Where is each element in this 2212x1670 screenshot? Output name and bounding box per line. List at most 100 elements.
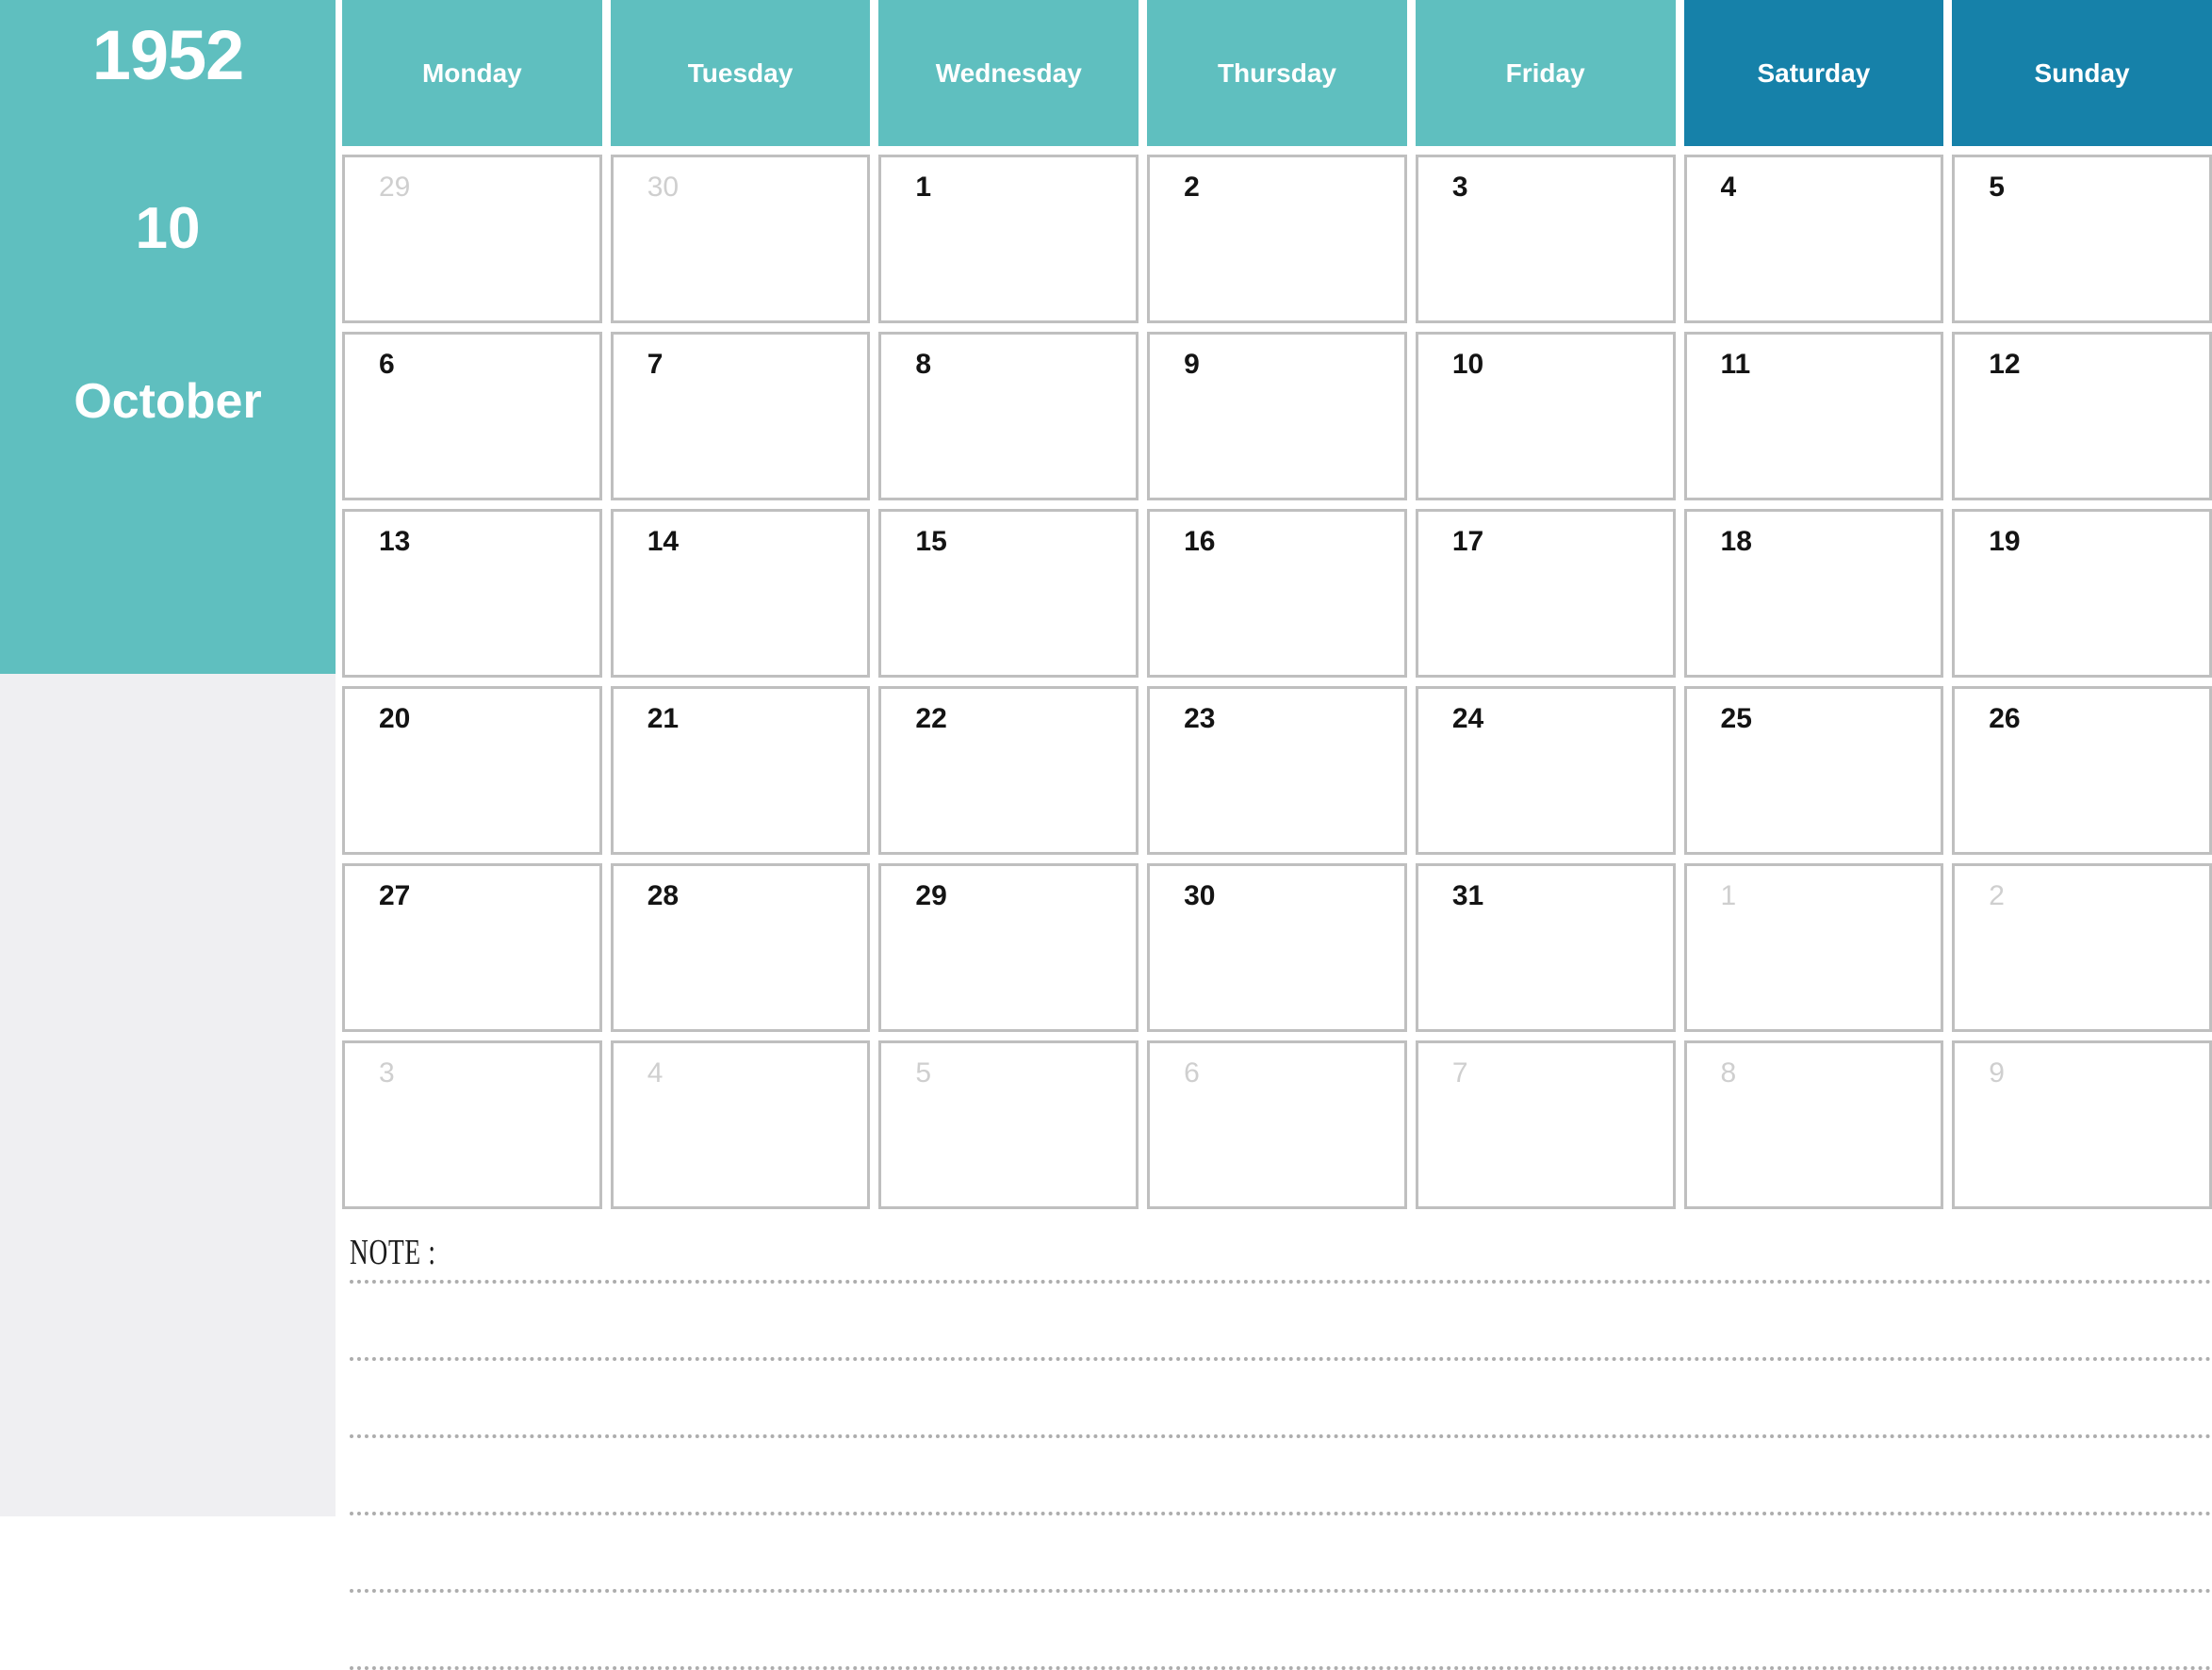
day-cell[interactable]: 5 bbox=[1952, 155, 2212, 323]
calendar-week-row: 29 30 1 2 3 4 5 bbox=[342, 155, 2212, 323]
day-number: 30 bbox=[1184, 880, 1216, 911]
day-number: 3 bbox=[1451, 172, 1468, 203]
day-number: 27 bbox=[379, 880, 411, 911]
day-number: 26 bbox=[1989, 703, 2021, 734]
day-number: 20 bbox=[379, 703, 411, 734]
day-number: 4 bbox=[1720, 172, 1737, 203]
day-cell[interactable]: 11 bbox=[1683, 332, 1944, 500]
day-cell[interactable]: 24 bbox=[1415, 686, 1676, 855]
day-cell[interactable]: 4 bbox=[1683, 155, 1944, 323]
day-number: 9 bbox=[1184, 349, 1200, 380]
day-number: 23 bbox=[1184, 703, 1216, 734]
day-number: 6 bbox=[1184, 1057, 1200, 1089]
calendar-week-row: 3 4 5 6 7 8 9 bbox=[342, 1040, 2212, 1209]
day-number: 19 bbox=[1989, 526, 2021, 557]
note-line[interactable] bbox=[350, 1512, 2212, 1515]
day-cell[interactable]: 5 bbox=[878, 1040, 1139, 1209]
day-cell[interactable]: 2 bbox=[1952, 863, 2212, 1032]
day-number: 8 bbox=[1720, 1057, 1737, 1089]
day-cell[interactable]: 31 bbox=[1415, 863, 1676, 1032]
day-number: 3 bbox=[379, 1057, 395, 1089]
note-line[interactable] bbox=[350, 1280, 2212, 1284]
day-cell[interactable]: 29 bbox=[342, 155, 602, 323]
weekday-header-sunday: Sunday bbox=[1952, 0, 2212, 146]
sidebar-month-panel: 1952 10 October bbox=[0, 0, 336, 674]
day-cell[interactable]: 22 bbox=[878, 686, 1139, 855]
weekday-header-thursday: Thursday bbox=[1147, 0, 1407, 146]
calendar-page: 1952 10 October Monday Tuesday Wednesday Th… bbox=[0, 0, 2212, 1670]
day-number: 28 bbox=[647, 880, 680, 911]
day-cell[interactable]: 15 bbox=[878, 509, 1139, 678]
day-cell[interactable]: 28 bbox=[610, 863, 871, 1032]
day-cell[interactable]: 26 bbox=[1952, 686, 2212, 855]
day-number: 10 bbox=[1451, 349, 1484, 380]
day-cell[interactable]: 23 bbox=[1147, 686, 1407, 855]
calendar-week-row: 13 14 15 16 17 18 19 bbox=[342, 509, 2212, 678]
day-cell[interactable]: 17 bbox=[1415, 509, 1676, 678]
day-number: 4 bbox=[647, 1057, 664, 1089]
day-cell[interactable]: 14 bbox=[610, 509, 871, 678]
day-number: 29 bbox=[915, 880, 947, 911]
sidebar-filler bbox=[0, 674, 336, 1516]
day-cell[interactable]: 21 bbox=[610, 686, 871, 855]
calendar-grid: Monday Tuesday Wednesday Thursday Friday Satu… bbox=[342, 0, 2212, 1516]
day-cell[interactable]: 30 bbox=[610, 155, 871, 323]
sidebar-year: 1952 bbox=[91, 16, 245, 94]
day-cell[interactable]: 13 bbox=[342, 509, 602, 678]
day-cell[interactable]: 3 bbox=[1415, 155, 1676, 323]
weekday-header-saturday: Saturday bbox=[1683, 0, 1944, 146]
day-number: 16 bbox=[1184, 526, 1216, 557]
sidebar-month-number: 10 bbox=[135, 196, 201, 261]
note-line[interactable] bbox=[350, 1589, 2212, 1593]
day-number: 21 bbox=[647, 703, 680, 734]
day-cell[interactable]: 9 bbox=[1147, 332, 1407, 500]
day-cell[interactable]: 6 bbox=[342, 332, 602, 500]
day-cell[interactable]: 7 bbox=[610, 332, 871, 500]
note-line[interactable] bbox=[350, 1666, 2212, 1670]
day-cell[interactable]: 9 bbox=[1952, 1040, 2212, 1209]
day-number: 24 bbox=[1451, 703, 1484, 734]
weekday-header-tuesday: Tuesday bbox=[610, 0, 871, 146]
calendar-week-row: 6 7 8 9 10 11 12 bbox=[342, 332, 2212, 500]
day-cell[interactable]: 2 bbox=[1147, 155, 1407, 323]
day-cell[interactable]: 16 bbox=[1147, 509, 1407, 678]
calendar-week-row: 20 21 22 23 24 25 26 bbox=[342, 686, 2212, 855]
weekday-header-wednesday: Wednesday bbox=[878, 0, 1139, 146]
day-cell[interactable]: 1 bbox=[1683, 863, 1944, 1032]
day-cell[interactable]: 12 bbox=[1952, 332, 2212, 500]
day-cell[interactable]: 19 bbox=[1952, 509, 2212, 678]
day-number: 31 bbox=[1451, 880, 1484, 911]
day-number: 7 bbox=[1451, 1057, 1468, 1089]
weekday-header-row: Monday Tuesday Wednesday Thursday Friday Satu… bbox=[342, 0, 2212, 146]
day-number: 7 bbox=[647, 349, 664, 380]
day-number: 15 bbox=[915, 526, 947, 557]
note-label: NOTE : bbox=[350, 1233, 436, 1272]
day-number: 22 bbox=[915, 703, 947, 734]
day-cell[interactable]: 4 bbox=[610, 1040, 871, 1209]
day-number: 6 bbox=[379, 349, 395, 380]
sidebar-month-name: October bbox=[74, 374, 262, 429]
day-cell[interactable]: 18 bbox=[1683, 509, 1944, 678]
day-number: 18 bbox=[1720, 526, 1752, 557]
note-line[interactable] bbox=[350, 1434, 2212, 1438]
weekday-header-friday: Friday bbox=[1415, 0, 1676, 146]
day-cell[interactable]: 10 bbox=[1415, 332, 1676, 500]
day-cell[interactable]: 30 bbox=[1147, 863, 1407, 1032]
day-cell[interactable]: 1 bbox=[878, 155, 1139, 323]
day-cell[interactable]: 25 bbox=[1683, 686, 1944, 855]
day-number: 5 bbox=[915, 1057, 932, 1089]
day-cell[interactable]: 8 bbox=[1683, 1040, 1944, 1209]
weekday-header-monday: Monday bbox=[342, 0, 602, 146]
day-cell[interactable]: 27 bbox=[342, 863, 602, 1032]
day-cell[interactable]: 20 bbox=[342, 686, 602, 855]
day-cell[interactable]: 6 bbox=[1147, 1040, 1407, 1209]
day-number: 2 bbox=[1989, 880, 2005, 911]
day-cell[interactable]: 3 bbox=[342, 1040, 602, 1209]
day-number: 14 bbox=[647, 526, 680, 557]
day-cell[interactable]: 7 bbox=[1415, 1040, 1676, 1209]
day-cell[interactable]: 8 bbox=[878, 332, 1139, 500]
day-number: 12 bbox=[1989, 349, 2021, 380]
day-cell[interactable]: 29 bbox=[878, 863, 1139, 1032]
day-number: 11 bbox=[1720, 349, 1751, 380]
note-line[interactable] bbox=[350, 1357, 2212, 1361]
